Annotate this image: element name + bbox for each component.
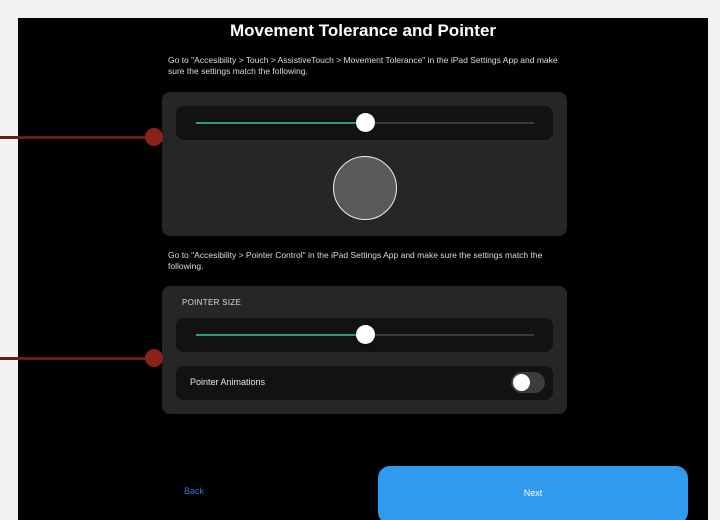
next-button[interactable]: Next bbox=[378, 466, 688, 520]
annotation-dot bbox=[145, 349, 163, 367]
movement-tolerance-instruction: Go to "Accesibility > Touch > AssistiveT… bbox=[168, 55, 558, 76]
ipad-screen: Movement Tolerance and Pointer Go to "Ac… bbox=[18, 18, 708, 520]
annotation-line bbox=[0, 136, 150, 139]
next-button-label: Next bbox=[523, 488, 543, 498]
pointer-size-label: POINTER SIZE bbox=[182, 298, 242, 307]
movement-tolerance-panel bbox=[162, 92, 567, 236]
slider-fill bbox=[196, 334, 365, 336]
annotation-line bbox=[0, 357, 150, 360]
movement-tolerance-slider[interactable] bbox=[176, 106, 553, 140]
pointer-animations-label: Pointer Animations bbox=[190, 377, 266, 387]
pointer-animations-toggle[interactable] bbox=[511, 372, 545, 393]
slider-thumb[interactable] bbox=[356, 113, 375, 132]
slider-thumb[interactable] bbox=[356, 325, 375, 344]
annotation-dot bbox=[145, 128, 163, 146]
slider-fill bbox=[196, 122, 365, 124]
toggle-knob bbox=[513, 374, 530, 391]
pointer-control-instruction: Go to "Accesibility > Pointer Control" i… bbox=[168, 250, 543, 271]
pointer-preview-circle bbox=[333, 156, 397, 220]
back-button[interactable]: Back bbox=[184, 486, 204, 496]
pointer-size-slider[interactable] bbox=[176, 318, 553, 352]
pointer-animations-row: Pointer Animations bbox=[176, 366, 553, 400]
page-title: Movement Tolerance and Pointer bbox=[229, 21, 497, 40]
pointer-control-panel: POINTER SIZE Pointer Animations bbox=[162, 286, 567, 414]
